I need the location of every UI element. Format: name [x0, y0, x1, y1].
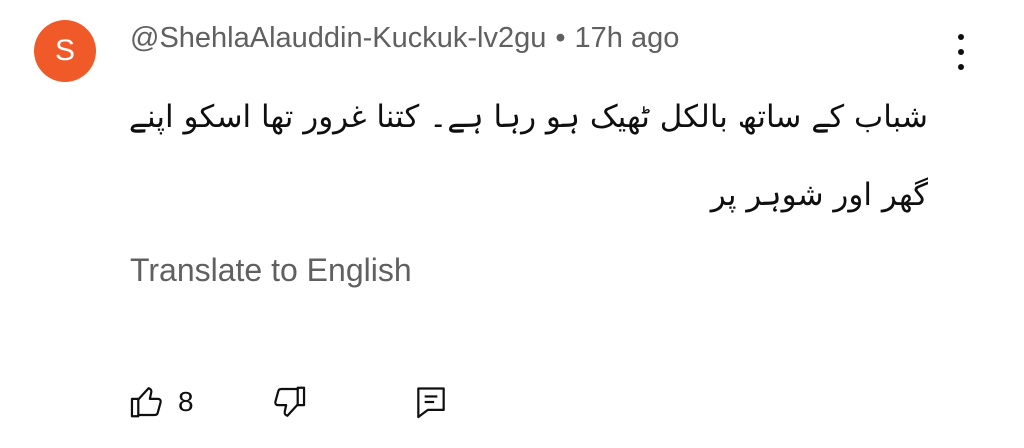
comment-actions: 8 [128, 378, 528, 426]
avatar[interactable]: S [34, 20, 96, 82]
comment-item: S @ShehlaAlauddin-Kuckuk-lv2gu • 17h ago… [0, 0, 1024, 448]
like-button[interactable]: 8 [128, 378, 194, 426]
thumbs-up-icon [128, 383, 166, 421]
reply-comment-icon [412, 383, 450, 421]
avatar-letter: S [54, 34, 75, 67]
translate-button[interactable]: Translate to English [130, 252, 412, 289]
more-options-button[interactable] [946, 30, 976, 74]
dislike-button[interactable] [270, 378, 308, 426]
reply-button[interactable] [412, 378, 450, 426]
thumbs-down-icon [270, 383, 308, 421]
comment-text: شباب کے ساتھ بالکل ٹھیک ہو رہا ہے۔ کتنا … [128, 99, 928, 213]
more-vertical-icon-dot [958, 64, 964, 70]
header-separator: • [555, 22, 566, 54]
comment-timestamp[interactable]: 17h ago [575, 22, 680, 55]
like-count: 8 [178, 386, 194, 417]
comment-header: @ShehlaAlauddin-Kuckuk-lv2gu • 17h ago [130, 22, 679, 55]
author-name[interactable]: @ShehlaAlauddin-Kuckuk-lv2gu [130, 22, 546, 55]
more-vertical-icon-dot [958, 49, 964, 55]
more-vertical-icon [958, 34, 964, 40]
